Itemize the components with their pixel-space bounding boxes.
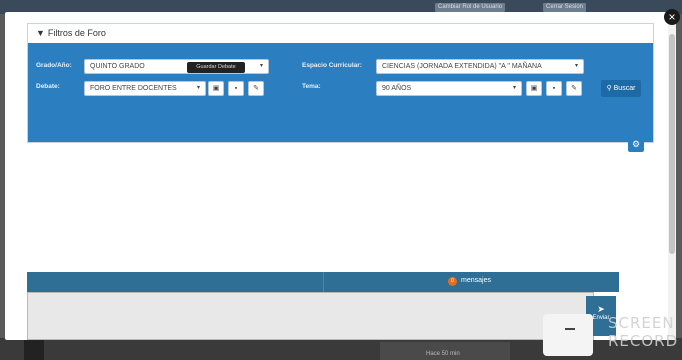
trash-icon: ▪: [552, 85, 556, 92]
pencil-icon: ✎: [571, 85, 577, 92]
espacio-label: Espacio Curricular:: [302, 62, 362, 69]
chevron-down-icon: ▾: [196, 85, 200, 91]
background-timestamp-box: Hace 50 min: [380, 342, 510, 360]
tema-select[interactable]: 90 AÑOS ▾: [376, 81, 522, 96]
filters-panel-header: ▼ Filtros de Foro: [27, 23, 654, 45]
delete-tema-button[interactable]: ▪: [546, 81, 562, 96]
gear-icon[interactable]: ⚙: [628, 136, 644, 152]
edit-tema-button[interactable]: ✎: [566, 81, 582, 96]
message-count-badge: 0: [448, 277, 457, 286]
background-block: [24, 338, 44, 360]
save-debate-button[interactable]: ▣: [208, 81, 224, 96]
chevron-down-icon: ▾: [574, 63, 578, 69]
chat-divider: [323, 272, 324, 292]
espacio-select[interactable]: CIENCIAS (JORNADA EXTENDIDA) "A " MAÑANA…: [376, 59, 584, 74]
chevron-down-icon: ▾: [259, 63, 263, 69]
search-icon: ⚲: [606, 85, 614, 92]
chevron-down-icon: ▾: [512, 85, 516, 91]
messages-label: mensajes: [461, 277, 491, 284]
delete-debate-button[interactable]: ▪: [228, 81, 244, 96]
debate-select[interactable]: FORO ENTRE DOCENTES ▾: [84, 81, 206, 96]
send-label: Enviar: [592, 315, 610, 321]
save-icon: ▣: [530, 85, 538, 92]
save-tema-button[interactable]: ▣: [526, 81, 542, 96]
tema-value: 90 AÑOS: [382, 85, 412, 92]
close-icon[interactable]: ×: [664, 9, 680, 25]
filters-title: Filtros de Foro: [47, 28, 106, 38]
background-timestamp: Hace 50 min: [426, 351, 460, 357]
tema-label: Tema:: [302, 83, 321, 90]
debate-value: FORO ENTRE DOCENTES: [90, 85, 177, 92]
debate-label: Debate:: [36, 83, 60, 90]
message-input[interactable]: [27, 292, 594, 340]
modal-scrollbar[interactable]: [668, 22, 676, 340]
watermark-line1: SCREEN: [608, 314, 675, 332]
recorder-logo: [543, 314, 593, 356]
chat-bar: 0 mensajes: [27, 272, 619, 292]
funnel-icon: ▼: [36, 28, 45, 38]
logout-button[interactable]: Cerrar Sesion: [543, 3, 587, 12]
search-button[interactable]: ⚲ Buscar: [601, 80, 641, 97]
pencil-icon: ✎: [253, 85, 259, 92]
switch-role-button[interactable]: Cambiar Rol de Usuario: [435, 3, 506, 12]
recorder-logo-mark: [565, 328, 575, 330]
header-underline: [28, 43, 653, 45]
recorder-watermark: SCREEN RECORD: [608, 314, 678, 350]
edit-debate-button[interactable]: ✎: [248, 81, 264, 96]
save-debate-tooltip: Guardar Debate: [187, 62, 245, 73]
trash-icon: ▪: [234, 85, 238, 92]
grado-label: Grado/Año:: [36, 62, 72, 69]
grado-value: QUINTO GRADO: [90, 63, 145, 70]
save-icon: ▣: [212, 85, 220, 92]
espacio-value: CIENCIAS (JORNADA EXTENDIDA) "A " MAÑANA: [382, 63, 542, 70]
watermark-line2: RECORD: [608, 332, 679, 350]
scrollbar-thumb[interactable]: [669, 34, 675, 254]
